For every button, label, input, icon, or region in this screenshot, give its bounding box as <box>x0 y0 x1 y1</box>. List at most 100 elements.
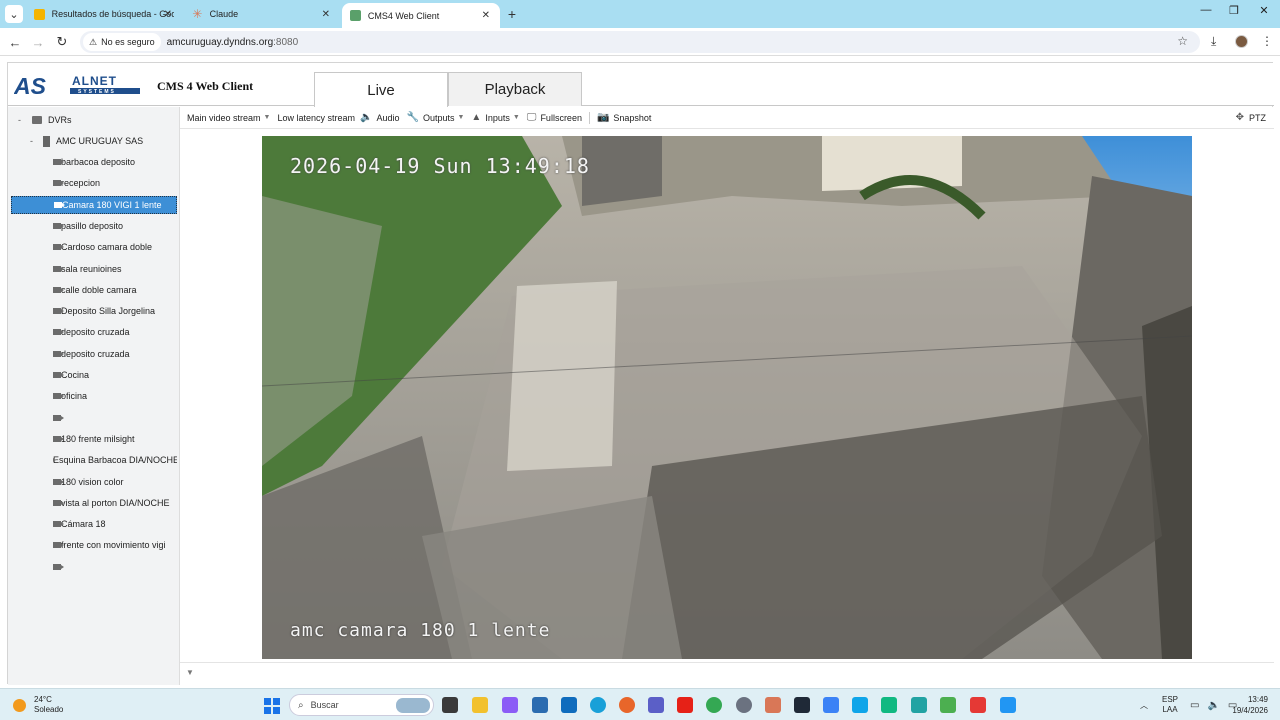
back-icon[interactable]: ← <box>7 34 23 50</box>
terminal-icon[interactable] <box>794 697 810 713</box>
camera-item[interactable]: deposito cruzada <box>11 345 177 363</box>
reload-icon[interactable]: ↻ <box>54 34 70 50</box>
outputs-label: Outputs <box>422 112 455 123</box>
photos-icon[interactable] <box>823 697 839 713</box>
collapse-icon[interactable]: - <box>30 136 40 146</box>
copilot-icon[interactable] <box>502 697 518 713</box>
camera-item[interactable]: recepcion <box>11 174 177 192</box>
teams-icon[interactable] <box>648 697 664 713</box>
language-code: ESP <box>1162 695 1179 704</box>
chrome-icon[interactable] <box>706 697 722 713</box>
collapse-icon[interactable]: - <box>18 115 28 125</box>
close-icon[interactable]: ✕ <box>164 9 172 20</box>
dropdown-arrow-icon: ▼ <box>457 114 465 121</box>
main-stream-menu[interactable]: Main video stream ▼ <box>187 113 270 123</box>
chevron-up-icon[interactable]: ︿ <box>1140 700 1148 711</box>
security-indicator[interactable]: ⚠ No es seguro <box>83 33 161 51</box>
camera-icon <box>53 414 64 421</box>
address-bar[interactable]: ⚠ No es seguro amcuruguay.dyndns.org:808… <box>80 31 1200 53</box>
snapshot-button[interactable]: 📷 Snapshot <box>597 112 651 123</box>
camera-item[interactable]: Cámara 18 <box>11 515 177 533</box>
camera-item[interactable]: barbacoa deposito <box>11 153 177 171</box>
camera-item[interactable]: pasillo deposito <box>11 217 177 235</box>
browser-tab-google[interactable]: Resultados de búsqueda - Google ✕ <box>26 3 182 25</box>
camera-label: deposito cruzada <box>61 327 130 338</box>
windows-start-icon[interactable] <box>264 698 280 714</box>
tree-root-dvrs[interactable]: - DVRs <box>18 111 72 129</box>
camera-item[interactable]: oficina <box>11 387 177 405</box>
camera-item[interactable]: frente con movimiento vigi <box>11 536 177 554</box>
ptz-button[interactable]: ✥ PTZ <box>1236 112 1266 123</box>
camera-item[interactable]: calle doble camara <box>11 281 177 299</box>
outlook-icon[interactable] <box>561 697 577 713</box>
low-latency-button[interactable]: Low latency stream <box>277 113 355 123</box>
camera-item[interactable]: 180 frente milsight <box>11 430 177 448</box>
camera-icon <box>53 286 64 293</box>
live-video-frame[interactable]: 2026-04-19 Sun 13:49:18 amc camara 180 1… <box>262 136 1192 659</box>
app-title: CMS 4 Web Client <box>157 79 254 93</box>
tab-live[interactable]: Live <box>314 72 448 107</box>
camera-item[interactable]: Cardoso camara doble <box>11 238 177 256</box>
task-view-icon[interactable] <box>442 697 458 713</box>
youtube-icon[interactable] <box>677 697 693 713</box>
browser-tab-strip: ⌄ Resultados de búsqueda - Google ✕ ✳ Cl… <box>0 0 1280 28</box>
camera-item[interactable]: Deposito Silla Jorgelina <box>11 302 177 320</box>
audio-button[interactable]: 🔈 Audio <box>360 112 399 123</box>
close-window-icon[interactable]: ✕ <box>1249 4 1279 17</box>
new-tab-button[interactable]: + <box>503 5 521 23</box>
triangle-icon: ▲ <box>471 112 482 123</box>
outputs-menu[interactable]: 🔧 Outputs ▼ <box>407 112 465 123</box>
osd-timestamp: 2026-04-19 Sun 13:49:18 <box>290 154 590 178</box>
cms-app-icon[interactable] <box>940 697 956 713</box>
forward-icon[interactable]: → <box>30 34 46 50</box>
camera-icon <box>53 222 64 229</box>
volume-icon[interactable]: 🔈 <box>1207 700 1219 711</box>
camera-item[interactable]: Cocina <box>11 366 177 384</box>
minimize-icon[interactable]: — <box>1191 4 1221 16</box>
anydesk-icon[interactable] <box>970 697 986 713</box>
app-icon[interactable] <box>881 697 897 713</box>
taskbar-search[interactable]: ⌕ Buscar <box>289 694 434 716</box>
tree-node-label: DVRs <box>48 115 72 125</box>
edge-icon[interactable] <box>590 697 606 713</box>
tab-playback[interactable]: Playback <box>448 72 582 106</box>
camera-item[interactable]: 180 vision color <box>11 473 177 491</box>
camera-icon <box>53 563 64 570</box>
camera-label: Camara 180 VIGI 1 lente <box>62 199 162 210</box>
chevron-down-icon[interactable]: ▼ <box>186 668 194 677</box>
more-menu-icon[interactable]: ⋮ <box>1261 34 1273 48</box>
taskbar-clock[interactable]: 13:49 19/4/2026 <box>1228 694 1268 716</box>
firefox-icon[interactable] <box>619 697 635 713</box>
profile-avatar[interactable] <box>1235 35 1248 48</box>
camera-item[interactable]: deposito cruzada <box>11 323 177 341</box>
download-icon[interactable]: ⤓ <box>1211 34 1216 49</box>
file-explorer-icon[interactable] <box>472 697 488 713</box>
inputs-menu[interactable]: ▲ Inputs ▼ <box>471 112 519 123</box>
notepad-icon[interactable] <box>852 697 868 713</box>
fullscreen-button[interactable]: 🖵 Fullscreen <box>527 112 582 123</box>
network-icon[interactable]: ▭ <box>1190 700 1199 711</box>
store-icon[interactable] <box>532 697 548 713</box>
camera-item[interactable]: vista al porton DIA/NOCHE <box>11 494 177 512</box>
remote-app-icon[interactable] <box>1000 697 1016 713</box>
language-indicator[interactable]: ESP LAA <box>1162 695 1178 715</box>
network-app-icon[interactable] <box>911 697 927 713</box>
camera-item[interactable]: sala reunioines <box>11 260 177 278</box>
camera-label: recepcion <box>61 178 101 189</box>
tree-node-dvr[interactable]: - AMC URUGUAY SAS <box>30 132 143 150</box>
bookmark-star-icon[interactable]: ☆ <box>1177 34 1188 48</box>
browser-tab-cms4[interactable]: CMS4 Web Client ✕ <box>342 3 500 28</box>
tab-search-chevron-icon[interactable]: ⌄ <box>5 5 23 23</box>
camera-item[interactable] <box>11 558 177 576</box>
restore-icon[interactable]: ❐ <box>1219 4 1249 17</box>
settings-gear-icon[interactable] <box>736 697 752 713</box>
camera-item[interactable]: Camara 180 VIGI 1 lente <box>11 195 177 214</box>
close-icon[interactable]: ✕ <box>482 10 490 21</box>
camera-item[interactable] <box>11 409 177 427</box>
close-icon[interactable]: ✕ <box>322 9 330 20</box>
claude-app-icon[interactable] <box>765 697 781 713</box>
camera-item[interactable]: Esquina Barbacoa DIA/NOCHE <box>11 451 177 469</box>
url-text[interactable]: amcuruguay.dyndns.org:8080 <box>167 37 299 48</box>
weather-widget[interactable]: 24°C Soleado <box>13 695 63 715</box>
browser-tab-claude[interactable]: ✳ Claude ✕ <box>184 3 340 25</box>
